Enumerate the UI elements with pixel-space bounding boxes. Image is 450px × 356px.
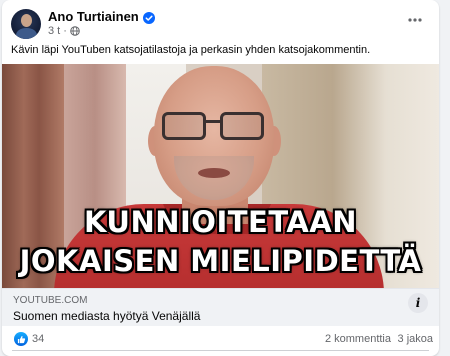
post-stats: 34 2 kommenttia 3 jakoa — [2, 328, 439, 350]
avatar-head — [21, 14, 32, 27]
post-card: Ano Turtiainen 3 t · Kävin läpi YouTuben… — [2, 0, 439, 356]
verified-badge-icon — [142, 11, 155, 24]
video-caption-line2: JOKAISEN MIELIPIDETTÄ — [19, 244, 422, 278]
avatar-body — [16, 28, 37, 39]
comment-count[interactable]: 2 kommenttia — [325, 333, 391, 345]
actions-divider — [12, 350, 429, 351]
like-reaction-icon[interactable] — [14, 332, 28, 346]
post-timestamp[interactable]: 3 t — [48, 25, 60, 37]
share-count[interactable]: 3 jakoa — [398, 333, 433, 345]
like-count[interactable]: 34 — [32, 333, 44, 345]
post-header: Ano Turtiainen 3 t · — [2, 0, 439, 40]
more-options-icon[interactable] — [405, 10, 425, 30]
post-text: Kävin läpi YouTuben katsojatilastoja ja … — [11, 44, 371, 56]
link-domain: YOUTUBE.COM — [13, 295, 88, 306]
person-mouth — [198, 168, 230, 178]
glasses-lens-left — [162, 112, 206, 140]
globe-icon — [70, 26, 80, 36]
video-thumbnail[interactable]: KUNNIOITETAAN JOKAISEN MIELIPIDETTÄ — [2, 64, 439, 288]
post-meta: 3 t · — [48, 25, 80, 37]
author-name[interactable]: Ano Turtiainen — [48, 9, 139, 24]
info-icon[interactable]: i — [408, 293, 428, 313]
glasses-lens-right — [220, 112, 264, 140]
author-row: Ano Turtiainen — [48, 9, 155, 24]
link-title[interactable]: Suomen mediasta hyötyä Venäjällä — [13, 309, 200, 323]
link-preview[interactable]: YOUTUBE.COM Suomen mediasta hyötyä Venäj… — [2, 288, 439, 326]
avatar[interactable] — [11, 9, 41, 39]
glasses-bridge — [205, 120, 221, 123]
meta-separator: · — [63, 25, 67, 37]
video-caption-line1: KUNNIOITETAAN — [83, 205, 358, 239]
